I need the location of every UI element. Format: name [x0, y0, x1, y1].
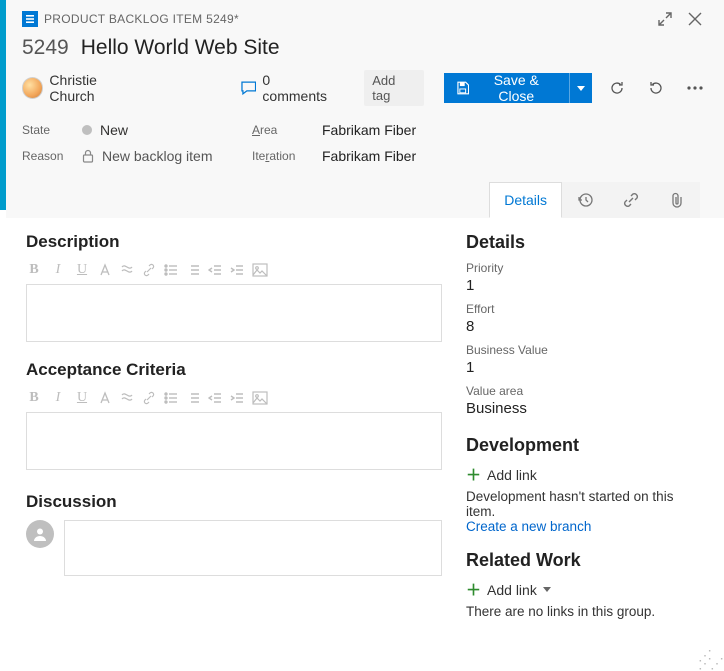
plus-icon: ＋	[466, 579, 481, 600]
close-icon[interactable]	[680, 6, 710, 32]
tab-history[interactable]	[562, 182, 608, 218]
history-icon	[577, 192, 593, 208]
state-field[interactable]: New	[82, 122, 252, 138]
value-area-label: Value area	[466, 384, 706, 398]
work-item-heading: 5249 Hello World Web Site	[22, 32, 710, 68]
iteration-label: Iteration	[252, 149, 322, 163]
tab-details[interactable]: Details	[489, 182, 562, 218]
save-menu-caret[interactable]	[569, 73, 592, 103]
font-icon[interactable]	[98, 263, 112, 277]
priority-label: Priority	[466, 261, 706, 275]
description-input[interactable]	[26, 284, 442, 342]
assignee[interactable]: Christie Church	[22, 72, 143, 104]
discussion-input[interactable]	[64, 520, 442, 576]
number-list-icon[interactable]	[186, 263, 200, 277]
undo-icon[interactable]	[642, 73, 671, 103]
italic-icon[interactable]: I	[50, 262, 66, 278]
area-field[interactable]: Fabrikam Fiber	[322, 122, 710, 138]
state-label: State	[22, 123, 82, 137]
details-header: Details	[466, 232, 706, 253]
expand-icon[interactable]	[650, 6, 680, 32]
dev-hint: Development hasn't started on this item.	[466, 489, 706, 519]
hyperlink-icon[interactable]	[142, 391, 156, 405]
description-header: Description	[26, 232, 442, 252]
plus-icon: ＋	[466, 464, 481, 485]
work-item-type-icon	[22, 11, 38, 27]
add-tag-button[interactable]: Add tag	[364, 70, 424, 106]
assignee-name: Christie Church	[49, 72, 143, 104]
related-hint: There are no links in this group.	[466, 604, 706, 619]
reason-label: Reason	[22, 149, 82, 163]
more-actions-icon[interactable]	[681, 73, 710, 103]
refresh-icon[interactable]	[602, 73, 631, 103]
related-add-link-button[interactable]: ＋ Add link	[466, 579, 706, 600]
font-icon[interactable]	[98, 391, 112, 405]
bold-icon[interactable]: B	[26, 262, 42, 278]
titlebar: PRODUCT BACKLOG ITEM 5249*	[22, 6, 710, 32]
save-and-close-button[interactable]: Save & Close	[444, 73, 569, 103]
acceptance-header: Acceptance Criteria	[26, 360, 442, 380]
chevron-down-icon	[543, 587, 551, 592]
acceptance-input[interactable]	[26, 412, 442, 470]
business-value-label: Business Value	[466, 343, 706, 357]
avatar	[22, 77, 43, 99]
number-list-icon[interactable]	[186, 391, 200, 405]
bold-icon[interactable]: B	[26, 390, 42, 406]
effort-label: Effort	[466, 302, 706, 316]
italic-icon[interactable]: I	[50, 390, 66, 406]
link-icon	[623, 192, 639, 208]
priority-field[interactable]: 1	[466, 277, 706, 294]
comments-count[interactable]: 0 comments	[241, 72, 337, 104]
image-icon[interactable]	[252, 391, 268, 405]
resize-grip-icon: ⋰⋰⋰	[698, 651, 722, 667]
effort-field[interactable]: 8	[466, 318, 706, 335]
lock-icon	[82, 149, 94, 163]
discussion-avatar-icon	[26, 520, 54, 548]
tab-attachments[interactable]	[654, 182, 700, 218]
dev-add-link-button[interactable]: ＋ Add link	[466, 464, 706, 485]
area-label: Area	[252, 123, 322, 137]
comment-icon	[241, 81, 257, 95]
breadcrumb: PRODUCT BACKLOG ITEM 5249*	[44, 12, 239, 26]
related-work-header: Related Work	[466, 550, 706, 571]
outdent-icon[interactable]	[208, 263, 222, 277]
hyperlink-icon[interactable]	[142, 263, 156, 277]
value-area-field[interactable]: Business	[466, 400, 706, 417]
bullet-list-icon[interactable]	[164, 263, 178, 277]
attachment-icon	[670, 192, 684, 208]
indent-icon[interactable]	[230, 391, 244, 405]
create-branch-link[interactable]: Create a new branch	[466, 519, 706, 534]
outdent-icon[interactable]	[208, 391, 222, 405]
tab-links[interactable]	[608, 182, 654, 218]
work-item-title[interactable]: Hello World Web Site	[81, 36, 280, 60]
accent-bar	[0, 0, 6, 210]
indent-icon[interactable]	[230, 263, 244, 277]
business-value-field[interactable]: 1	[466, 359, 706, 376]
chevron-down-icon	[577, 86, 585, 91]
underline-icon[interactable]: U	[74, 262, 90, 278]
description-toolbar: B I U	[26, 260, 442, 284]
clearformat-icon[interactable]	[120, 263, 134, 277]
tab-bar: Details	[22, 182, 710, 218]
iteration-field[interactable]: Fabrikam Fiber	[322, 148, 710, 164]
acceptance-toolbar: B I U	[26, 388, 442, 412]
bullet-list-icon[interactable]	[164, 391, 178, 405]
discussion-header: Discussion	[26, 492, 442, 512]
image-icon[interactable]	[252, 263, 268, 277]
underline-icon[interactable]: U	[74, 390, 90, 406]
development-header: Development	[466, 435, 706, 456]
reason-field[interactable]: New backlog item	[82, 148, 252, 164]
state-dot-icon	[82, 125, 92, 135]
save-icon	[456, 81, 470, 95]
work-item-id: 5249	[22, 36, 69, 60]
clearformat-icon[interactable]	[120, 391, 134, 405]
